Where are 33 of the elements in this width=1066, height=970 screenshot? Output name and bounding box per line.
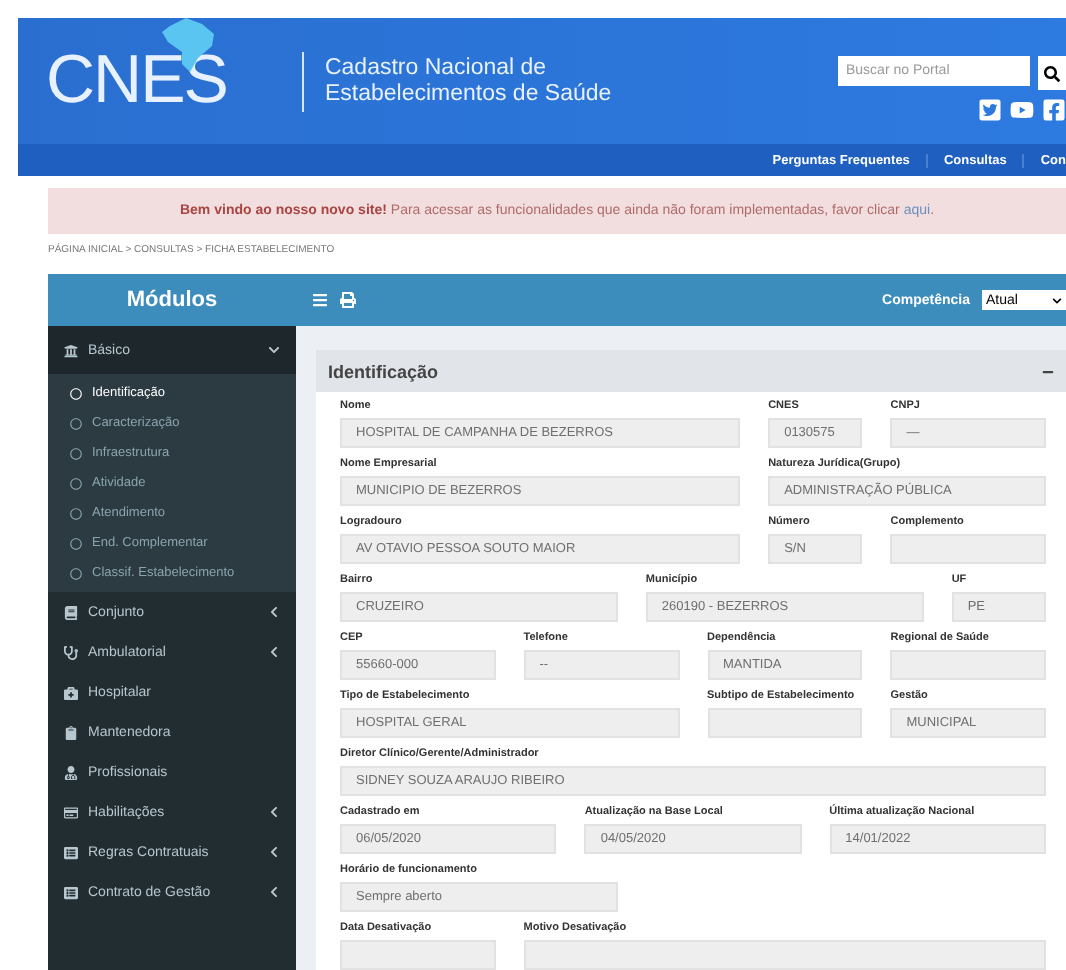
- readonly-field[interactable]: [890, 650, 1046, 680]
- twitter-icon[interactable]: [978, 98, 1002, 122]
- sidebar-title: Módulos: [48, 274, 296, 326]
- chevron-left-icon: [268, 606, 280, 618]
- search-icon: [1044, 65, 1060, 81]
- chevron-left-icon: [268, 886, 280, 898]
- readonly-field[interactable]: [523, 940, 1046, 970]
- readonly-field[interactable]: [707, 708, 863, 738]
- list-icon: [64, 885, 78, 899]
- card-icon: [64, 805, 78, 819]
- site-subtitle: Cadastro Nacional de Estabelecimentos de Saúde: [324, 55, 612, 107]
- menu-icon[interactable]: [312, 292, 328, 308]
- collapse-icon[interactable]: [1042, 365, 1054, 377]
- chevron-down-icon: [268, 344, 280, 356]
- logo-text: CNES: [46, 42, 227, 120]
- facebook-icon[interactable]: [1042, 98, 1066, 122]
- panel-title: Identificação: [328, 361, 441, 381]
- chevron-left-icon: [268, 846, 280, 858]
- readonly-field[interactable]: [890, 534, 1046, 564]
- user-icon: [64, 765, 78, 779]
- chevron-left-icon: [268, 646, 280, 658]
- medkit-icon: [64, 685, 78, 699]
- chevron-left-icon: [268, 806, 280, 818]
- clipboard-icon: [64, 725, 78, 739]
- search-button[interactable]: [1038, 56, 1066, 90]
- chevron-down-icon: [1052, 295, 1062, 305]
- list-icon: [64, 845, 78, 859]
- bank-icon: [64, 343, 78, 357]
- stethoscope-icon: [64, 645, 78, 659]
- book-icon: [64, 605, 78, 619]
- print-icon[interactable]: [340, 292, 356, 308]
- youtube-icon[interactable]: [1010, 98, 1034, 122]
- readonly-field[interactable]: [340, 940, 496, 970]
